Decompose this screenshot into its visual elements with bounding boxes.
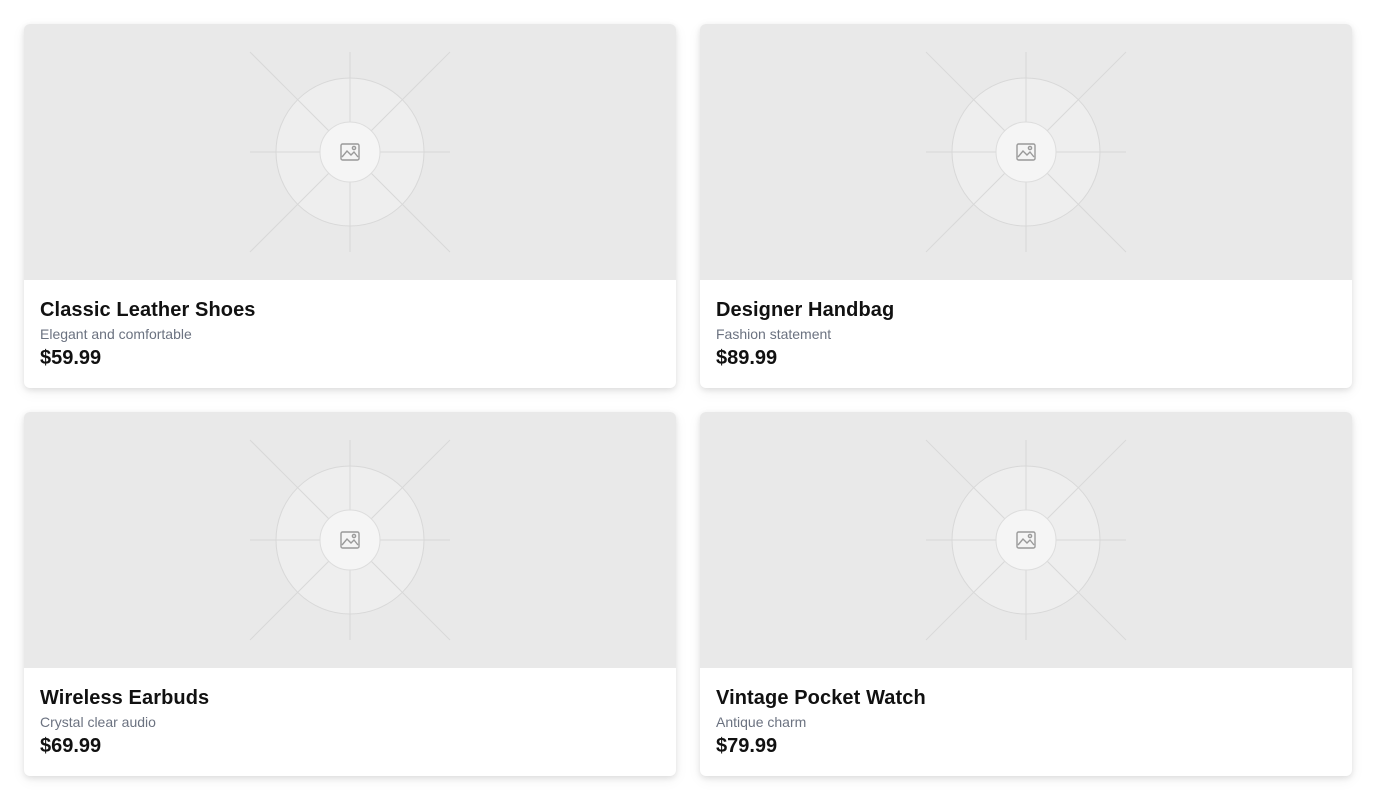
product-image-placeholder: [24, 412, 676, 668]
product-info: Classic Leather Shoes Elegant and comfor…: [24, 280, 676, 371]
product-card[interactable]: Classic Leather Shoes Elegant and comfor…: [24, 24, 676, 388]
product-price: $69.99: [40, 735, 102, 757]
product-title: Vintage Pocket Watch: [716, 687, 926, 709]
product-image-placeholder: [24, 24, 676, 280]
product-image-placeholder: [700, 412, 1352, 668]
product-title: Wireless Earbuds: [40, 687, 210, 709]
product-info: Designer Handbag Fashion statement $89.9…: [700, 280, 1352, 371]
product-price: $59.99: [40, 347, 102, 369]
product-title: Classic Leather Shoes: [40, 299, 256, 321]
product-card[interactable]: Wireless Earbuds Crystal clear audio $69…: [24, 412, 676, 776]
product-price: $79.99: [716, 735, 778, 757]
product-price: $89.99: [716, 347, 778, 369]
image-placeholder-graphic: [925, 51, 1127, 253]
image-placeholder-graphic: [249, 439, 451, 641]
product-description: Antique charm: [716, 714, 807, 730]
product-description: Fashion statement: [716, 326, 832, 342]
product-card[interactable]: Designer Handbag Fashion statement $89.9…: [700, 24, 1352, 388]
product-grid: Classic Leather Shoes Elegant and comfor…: [24, 24, 1352, 776]
product-description: Crystal clear audio: [40, 714, 156, 730]
product-info: Wireless Earbuds Crystal clear audio $69…: [24, 668, 676, 759]
image-placeholder-graphic: [249, 51, 451, 253]
product-image-placeholder: [700, 24, 1352, 280]
product-description: Elegant and comfortable: [40, 326, 192, 342]
product-card[interactable]: Vintage Pocket Watch Antique charm $79.9…: [700, 412, 1352, 776]
image-placeholder-graphic: [925, 439, 1127, 641]
product-title: Designer Handbag: [716, 299, 895, 321]
product-info: Vintage Pocket Watch Antique charm $79.9…: [700, 668, 1352, 759]
